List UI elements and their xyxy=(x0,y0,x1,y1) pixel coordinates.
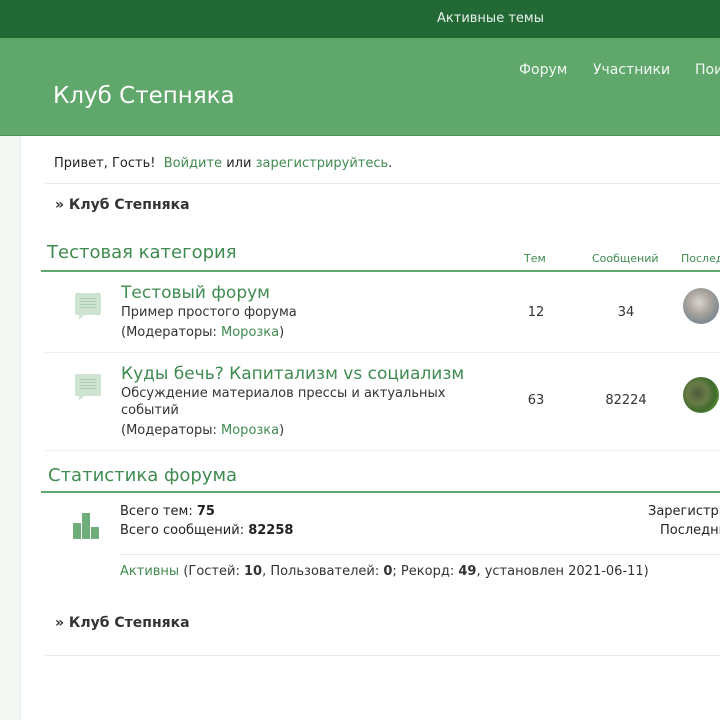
nav-item-search[interactable]: Поиск xyxy=(695,62,720,78)
row-divider xyxy=(45,352,720,353)
moderator-link[interactable]: Морозка xyxy=(221,325,279,340)
footer-divider xyxy=(45,655,720,656)
forum-title-link[interactable]: Тестовый форум xyxy=(121,283,270,303)
column-posts: Сообщений xyxy=(592,252,659,265)
greeting-dot: . xyxy=(388,156,393,171)
guests-label: (Гостей: xyxy=(179,564,244,579)
greeting-text: Привет, Гость! xyxy=(54,156,156,171)
login-link[interactable]: Войдите xyxy=(164,156,222,171)
total-posts-label: Всего сообщений: xyxy=(120,523,249,538)
breadcrumb-top[interactable]: » Клуб Степняка xyxy=(55,197,190,213)
record-label: ; Рекорд: xyxy=(392,564,459,579)
forum-moderators: (Модераторы: Морозка) xyxy=(121,325,284,340)
breadcrumb-bottom[interactable]: » Клуб Степняка xyxy=(55,615,190,631)
forum-moderators: (Модераторы: Морозка) xyxy=(121,423,284,438)
nav-item-forum[interactable]: Форум xyxy=(519,62,567,78)
category-underline xyxy=(41,270,720,272)
moderators-close: ) xyxy=(279,423,285,438)
total-posts-value: 82258 xyxy=(248,523,294,538)
stats-underline xyxy=(41,491,720,493)
main-nav: Форум Участники Поиск xyxy=(0,62,720,82)
moderators-label: (Модераторы: xyxy=(121,325,222,340)
last-poster-avatar[interactable] xyxy=(683,377,719,413)
total-topics-label: Всего тем: xyxy=(120,504,197,519)
forum-topics-count: 12 xyxy=(527,305,545,320)
forum-posts-count: 34 xyxy=(617,305,635,320)
forum-description: Обсуждение материалов прессы и актуальны… xyxy=(121,386,446,418)
online-users: Активны (Гостей: 10, Пользователей: 0; Р… xyxy=(120,564,649,579)
site-title[interactable]: Клуб Степняка xyxy=(53,83,235,109)
record-count: 49 xyxy=(458,564,477,579)
top-bar: Активные темы xyxy=(0,0,720,38)
row-divider xyxy=(45,450,720,451)
users-label: , Пользователей: xyxy=(262,564,384,579)
moderators-close: ) xyxy=(279,325,285,340)
last-poster-avatar[interactable] xyxy=(683,288,719,324)
bar-chart-icon xyxy=(73,511,101,539)
forum-icon xyxy=(75,374,101,401)
active-users-link[interactable]: Активны xyxy=(120,564,179,579)
guests-count: 10 xyxy=(243,564,263,579)
record-date: , установлен 2021-06-11) xyxy=(476,564,649,579)
forum-topics-count: 63 xyxy=(527,393,545,408)
stats-registered-members: Зарегистрировано участников xyxy=(648,504,720,519)
register-link[interactable]: зарегистрируйтесь xyxy=(256,156,389,171)
greeting-or: или xyxy=(226,156,252,171)
site-header: Форум Участники Поиск Клуб Степняка xyxy=(0,38,720,136)
forum-posts-count: 82224 xyxy=(605,393,647,408)
nav-item-members[interactable]: Участники xyxy=(593,62,670,78)
stats-total-topics: Всего тем: 75 xyxy=(120,504,215,519)
guest-greeting: Привет, Гость! Войдите или зарегистрируй… xyxy=(54,156,392,171)
moderators-label: (Модераторы: xyxy=(121,423,222,438)
forum-title-link[interactable]: Куды бечь? Капитализм vs социализм xyxy=(121,364,464,384)
column-topics: Тем xyxy=(524,252,546,265)
total-topics-value: 75 xyxy=(196,504,215,519)
moderator-link[interactable]: Морозка xyxy=(221,423,279,438)
stats-total-posts: Всего сообщений: 82258 xyxy=(120,523,293,538)
divider xyxy=(45,183,720,184)
forum-description: Пример простого форума xyxy=(121,305,297,320)
column-last-post: Последнее сообщение xyxy=(681,252,720,265)
forum-icon xyxy=(75,293,101,320)
active-topics-link[interactable]: Активные темы xyxy=(437,11,544,26)
category-title[interactable]: Тестовая категория xyxy=(47,242,237,263)
main-content: Привет, Гость! Войдите или зарегистрируй… xyxy=(20,136,720,720)
stats-title: Статистика форума xyxy=(48,465,238,486)
stats-divider xyxy=(120,554,720,555)
stats-newest-member: Последний xyxy=(660,523,720,538)
